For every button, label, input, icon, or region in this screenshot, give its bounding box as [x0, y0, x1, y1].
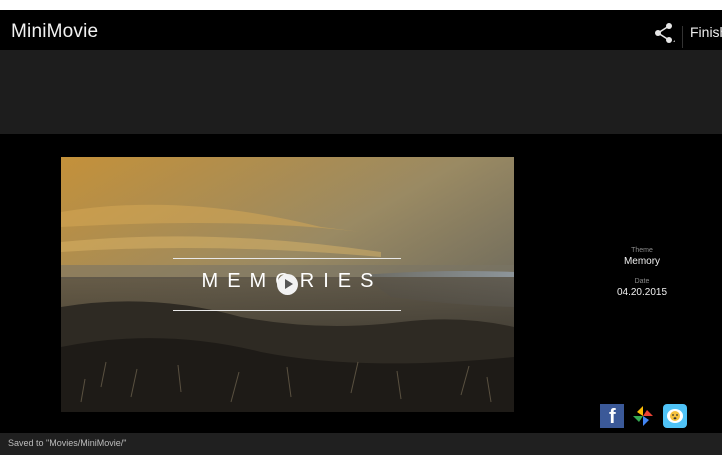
photos-pinwheel-icon[interactable] — [631, 404, 655, 428]
date-info: Date 04.20.2015 — [590, 278, 694, 298]
save-status-text: Saved to "Movies/MiniMovie/" — [8, 438, 127, 448]
date-value: 04.20.2015 — [616, 287, 668, 298]
app-title: MiniMovie — [11, 21, 99, 42]
toolbar-divider — [682, 26, 683, 48]
status-footer: Saved to "Movies/MiniMovie/" — [0, 433, 722, 455]
theme-value: Memory — [623, 256, 661, 267]
theme-label: Theme — [631, 247, 653, 254]
play-icon[interactable] — [277, 274, 298, 295]
video-preview[interactable]: MEMORIES — [61, 157, 514, 412]
top-band — [0, 50, 722, 134]
date-label: Date — [634, 278, 650, 285]
facebook-icon[interactable]: f — [600, 404, 624, 428]
finish-button[interactable]: Finish — [690, 24, 722, 40]
messenger-icon[interactable] — [663, 404, 687, 428]
title-line-bottom — [173, 310, 401, 311]
app-bar: MiniMovie Finish — [0, 10, 722, 50]
title-line-top — [173, 258, 401, 259]
share-icon[interactable] — [652, 21, 676, 45]
status-bar — [0, 0, 722, 10]
theme-info: Theme Memory — [590, 247, 694, 267]
